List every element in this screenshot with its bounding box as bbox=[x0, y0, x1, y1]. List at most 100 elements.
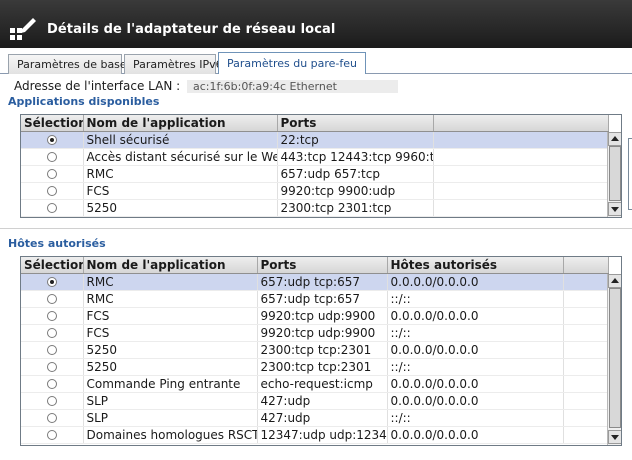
radio-button-icon[interactable] bbox=[46, 135, 57, 145]
scroll-thumb[interactable] bbox=[609, 146, 621, 201]
cell-ports: 22:tcp bbox=[277, 131, 434, 149]
scroll-down-button[interactable] bbox=[608, 430, 621, 444]
scroll-down-button[interactable] bbox=[608, 202, 621, 216]
scroll-up-button[interactable] bbox=[608, 274, 621, 288]
radio-button-icon[interactable] bbox=[46, 362, 57, 372]
radio-button-icon[interactable] bbox=[46, 186, 57, 196]
cell-hosts: ::/:: bbox=[387, 324, 564, 342]
table-row[interactable]: Accès distant sécurisé sur le Web 443:tc… bbox=[21, 148, 609, 166]
table-row[interactable]: Domaines homologues RSCT 12347:udp udp:1… bbox=[21, 426, 609, 444]
cell-app-name: 5250 bbox=[83, 358, 258, 376]
table-row[interactable]: FCS 9920:tcp udp:9900 0.0.0.0/0.0.0.0 bbox=[21, 307, 609, 325]
cell-app-name: Accès distant sécurisé sur le Web bbox=[83, 148, 278, 166]
cell-app-name: Commande Ping entrante bbox=[83, 375, 258, 393]
table-row[interactable]: RMC 657:udp 657:tcp bbox=[21, 165, 609, 183]
column-header-selection[interactable]: Sélection bbox=[21, 115, 84, 132]
radio-button-icon[interactable] bbox=[46, 328, 57, 338]
available-apps-scrollbar[interactable] bbox=[607, 132, 621, 217]
table-row[interactable]: 5250 2300:tcp 2301:tcp bbox=[21, 199, 609, 217]
table-row[interactable]: Commande Ping entrante echo-request:icmp… bbox=[21, 375, 609, 393]
radio-button-icon[interactable] bbox=[46, 311, 57, 321]
cell-ports: 427:udp bbox=[257, 409, 388, 427]
arrow-down-icon bbox=[611, 435, 619, 440]
tab-basic-settings[interactable]: Paramètres de base bbox=[8, 54, 127, 74]
cell-app-name: 5250 bbox=[83, 341, 258, 359]
arrow-up-icon bbox=[611, 278, 619, 283]
window-titlebar: Détails de l'adaptateur de réseau local bbox=[0, 0, 632, 48]
lan-address: Adresse de l'interface LAN : ac:1f:6b:0f… bbox=[14, 79, 398, 93]
cell-app-name: RMC bbox=[83, 290, 258, 308]
section-divider bbox=[0, 228, 632, 229]
cell-ports: 657:udp tcp:657 bbox=[257, 273, 388, 291]
cell-app-name: FCS bbox=[83, 182, 278, 200]
cell-app-name: Domaines homologues RSCT bbox=[83, 426, 258, 444]
radio-button-icon[interactable] bbox=[46, 396, 57, 406]
cell-ports: 9920:tcp 9900:udp bbox=[277, 182, 434, 200]
column-header-app-name[interactable]: Nom de l'application bbox=[83, 115, 278, 132]
scroll-up-button[interactable] bbox=[608, 132, 621, 146]
tab-firewall-settings[interactable]: Paramètres du pare-feu bbox=[218, 52, 366, 74]
table-row[interactable]: SLP 427:udp ::/:: bbox=[21, 409, 609, 427]
arrow-down-icon bbox=[611, 207, 619, 212]
side-panel-edge bbox=[628, 138, 632, 210]
allowed-hosts-scrollbar[interactable] bbox=[607, 274, 621, 445]
table-row[interactable]: SLP 427:udp 0.0.0.0/0.0.0.0 bbox=[21, 392, 609, 410]
cell-ports: 657:udp tcp:657 bbox=[257, 290, 388, 308]
available-apps-table: Sélection Nom de l'application Ports She… bbox=[20, 114, 622, 218]
radio-button-icon[interactable] bbox=[46, 294, 57, 304]
cell-app-name: RMC bbox=[83, 165, 278, 183]
column-header-selection[interactable]: Sélection bbox=[21, 257, 84, 274]
cell-app-name: FCS bbox=[83, 307, 258, 325]
lan-address-label: Adresse de l'interface LAN : bbox=[14, 79, 181, 93]
cell-ports: 9920:tcp udp:9900 bbox=[257, 307, 388, 325]
column-header-ports[interactable]: Ports bbox=[257, 257, 388, 274]
radio-button-icon[interactable] bbox=[46, 203, 57, 213]
cell-app-name: SLP bbox=[83, 409, 258, 427]
scroll-thumb[interactable] bbox=[609, 288, 621, 428]
radio-button-icon[interactable] bbox=[46, 413, 57, 423]
cell-ports: 427:udp bbox=[257, 392, 388, 410]
cell-hosts: ::/:: bbox=[387, 358, 564, 376]
cell-ports: 443:tcp 12443:tcp 9960:tcp bbox=[277, 148, 434, 166]
table-row[interactable]: RMC 657:udp tcp:657 ::/:: bbox=[21, 290, 609, 308]
network-adapter-edit-icon bbox=[10, 18, 36, 40]
cell-ports: 657:udp 657:tcp bbox=[277, 165, 434, 183]
cell-hosts: 0.0.0.0/0.0.0.0 bbox=[387, 426, 564, 444]
table-row[interactable]: FCS 9920:tcp 9900:udp bbox=[21, 182, 609, 200]
cell-app-name: SLP bbox=[83, 392, 258, 410]
table-row[interactable]: FCS 9920:tcp udp:9900 ::/:: bbox=[21, 324, 609, 342]
cell-hosts: 0.0.0.0/0.0.0.0 bbox=[387, 375, 564, 393]
cell-app-name: FCS bbox=[83, 324, 258, 342]
table-header: Sélection Nom de l'application Ports bbox=[21, 115, 609, 132]
column-header-ports[interactable]: Ports bbox=[277, 115, 434, 132]
window-title: Détails de l'adaptateur de réseau local bbox=[47, 22, 336, 37]
cell-app-name: 5250 bbox=[83, 199, 278, 217]
cell-ports: 2300:tcp 2301:tcp bbox=[277, 199, 434, 217]
cell-ports: 2300:tcp tcp:2301 bbox=[257, 341, 388, 359]
radio-button-icon[interactable] bbox=[46, 169, 57, 179]
tab-ipv6-settings[interactable]: Paramètres IPv6 bbox=[124, 54, 223, 74]
cell-hosts: 0.0.0.0/0.0.0.0 bbox=[387, 307, 564, 325]
table-row[interactable]: Shell sécurisé 22:tcp bbox=[21, 131, 609, 149]
radio-button-icon[interactable] bbox=[46, 430, 57, 440]
cell-app-name: Shell sécurisé bbox=[83, 131, 278, 149]
arrow-up-icon bbox=[611, 136, 619, 141]
table-row[interactable]: 5250 2300:tcp tcp:2301 ::/:: bbox=[21, 358, 609, 376]
table-row[interactable]: 5250 2300:tcp tcp:2301 0.0.0.0/0.0.0.0 bbox=[21, 341, 609, 359]
column-header-app-name[interactable]: Nom de l'application bbox=[83, 257, 258, 274]
cell-ports: echo-request:icmp bbox=[257, 375, 388, 393]
available-apps-title: Applications disponibles bbox=[8, 95, 160, 108]
radio-button-icon[interactable] bbox=[46, 379, 57, 389]
table-row[interactable]: RMC 657:udp tcp:657 0.0.0.0/0.0.0.0 bbox=[21, 273, 609, 291]
radio-button-icon[interactable] bbox=[46, 345, 57, 355]
radio-button-icon[interactable] bbox=[46, 152, 57, 162]
cell-hosts: ::/:: bbox=[387, 409, 564, 427]
radio-button-icon[interactable] bbox=[46, 277, 57, 287]
column-header-allowed-hosts[interactable]: Hôtes autorisés bbox=[387, 257, 564, 274]
cell-ports: 12347:udp udp:12348 bbox=[257, 426, 388, 444]
allowed-hosts-title: Hôtes autorisés bbox=[8, 237, 106, 250]
cell-ports: 2300:tcp tcp:2301 bbox=[257, 358, 388, 376]
cell-hosts: 0.0.0.0/0.0.0.0 bbox=[387, 341, 564, 359]
cell-hosts: 0.0.0.0/0.0.0.0 bbox=[387, 273, 564, 291]
column-header-filler bbox=[563, 257, 609, 274]
